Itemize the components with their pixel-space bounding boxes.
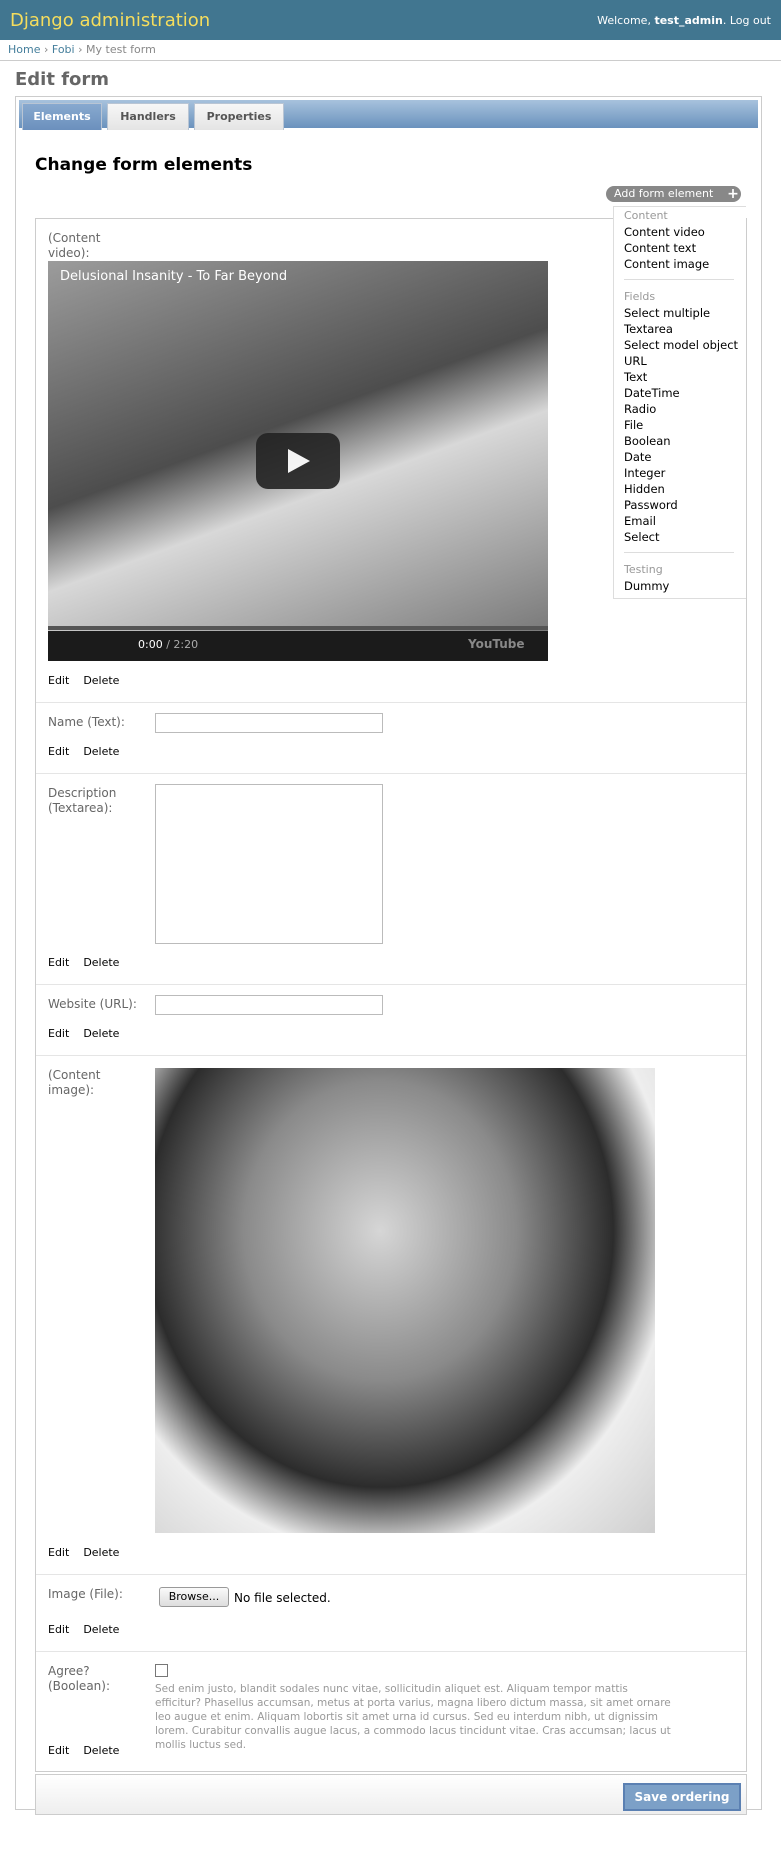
portrait-image — [155, 1068, 655, 1533]
add-element-menu: Content Content video Content text Conte… — [613, 206, 746, 599]
list-item: (Content image): Edit Delete — [36, 1056, 746, 1575]
edit-link[interactable]: Edit — [48, 1027, 69, 1040]
header: Django administration Welcome, test_admi… — [0, 0, 781, 40]
browse-button[interactable]: Browse... — [159, 1587, 229, 1607]
user-tools: Welcome, test_admin. Log out — [597, 13, 771, 27]
element-actions: Edit Delete — [48, 674, 133, 687]
tab-properties[interactable]: Properties — [194, 103, 284, 130]
menu-item-content-video[interactable]: Content video — [624, 225, 705, 239]
add-form-element-button[interactable]: Add form element — [606, 186, 732, 202]
menu-group-content: Content — [624, 209, 668, 222]
element-label: (Content image): — [48, 1068, 101, 1097]
edit-link[interactable]: Edit — [48, 1744, 69, 1757]
menu-group-testing: Testing — [624, 563, 663, 576]
edit-link[interactable]: Edit — [48, 745, 69, 758]
delete-link[interactable]: Delete — [83, 956, 119, 969]
welcome-text: Welcome, — [597, 13, 655, 27]
breadcrumb-sep: › — [43, 43, 49, 56]
breadcrumb-current: My test form — [86, 43, 156, 56]
list-item: Image (File): Browse... No file selected… — [36, 1575, 746, 1652]
tab-bar: Elements Handlers Properties — [19, 100, 758, 130]
website-input[interactable] — [155, 995, 383, 1015]
menu-item-password[interactable]: Password — [624, 498, 678, 512]
edit-link[interactable]: Edit — [48, 1623, 69, 1636]
breadcrumb-sep: › — [78, 43, 83, 56]
plus-icon[interactable]: + — [725, 186, 741, 202]
menu-divider — [624, 552, 734, 553]
menu-item-content-text[interactable]: Content text — [624, 241, 696, 255]
menu-group-fields: Fields — [624, 290, 656, 303]
section-title: Change form elements — [35, 155, 253, 175]
list-item: Agree? (Boolean): Sed enim justo, blandi… — [36, 1652, 746, 1770]
menu-item-boolean[interactable]: Boolean — [624, 434, 671, 448]
menu-item-radio[interactable]: Radio — [624, 402, 656, 416]
menu-item-url[interactable]: URL — [624, 354, 647, 368]
element-label: Description (Textarea): — [48, 786, 117, 815]
menu-divider — [624, 279, 734, 280]
menu-item-file[interactable]: File — [624, 418, 643, 432]
element-actions: Edit Delete — [48, 956, 133, 969]
menu-item-datetime[interactable]: DateTime — [624, 386, 680, 400]
menu-item-hidden[interactable]: Hidden — [624, 482, 665, 496]
menu-item-select-multiple[interactable]: Select multiple — [624, 306, 710, 320]
delete-link[interactable]: Delete — [83, 1623, 119, 1636]
menu-item-email[interactable]: Email — [624, 514, 656, 528]
file-status: No file selected. — [234, 1591, 331, 1605]
element-actions: Edit Delete — [48, 745, 133, 758]
breadcrumb-home[interactable]: Home — [8, 43, 40, 56]
youtube-logo[interactable]: YouTube — [468, 637, 525, 651]
element-actions: Edit Delete — [48, 1744, 133, 1757]
menu-item-date[interactable]: Date — [624, 450, 652, 464]
element-label: Image (File): — [48, 1587, 123, 1601]
edit-link[interactable]: Edit — [48, 674, 69, 687]
video-player[interactable]: Delusional Insanity - To Far Beyond 0:00… — [48, 261, 548, 661]
element-label: Name (Text): — [48, 715, 125, 729]
delete-link[interactable]: Delete — [83, 1744, 119, 1757]
menu-item-select[interactable]: Select — [624, 530, 659, 544]
element-label: Agree? (Boolean): — [48, 1664, 110, 1693]
menu-item-dummy[interactable]: Dummy — [624, 579, 669, 593]
page-title: Edit form — [15, 69, 110, 90]
help-text: Sed enim justo, blandit sodales nunc vit… — [155, 1683, 671, 1751]
video-duration: / 2:20 — [162, 638, 199, 651]
agree-checkbox[interactable] — [155, 1664, 168, 1677]
menu-item-content-image[interactable]: Content image — [624, 257, 709, 271]
delete-link[interactable]: Delete — [83, 1546, 119, 1559]
username: test_admin — [654, 13, 723, 27]
element-actions: Edit Delete — [48, 1623, 133, 1636]
video-time: 0:00 / 2:20 — [138, 638, 198, 651]
menu-item-select-model-object[interactable]: Select model object — [624, 338, 738, 352]
delete-link[interactable]: Delete — [83, 1027, 119, 1040]
breadcrumb: Home › Fobi › My test form — [0, 40, 781, 61]
logout-link[interactable]: Log out — [730, 14, 771, 27]
delete-link[interactable]: Delete — [83, 674, 119, 687]
video-progress[interactable] — [48, 626, 548, 630]
element-label: Website (URL): — [48, 997, 137, 1011]
element-actions: Edit Delete — [48, 1027, 133, 1040]
edit-link[interactable]: Edit — [48, 956, 69, 969]
menu-item-integer[interactable]: Integer — [624, 466, 665, 480]
delete-link[interactable]: Delete — [83, 745, 119, 758]
list-item: Name (Text): Edit Delete — [36, 703, 746, 774]
save-ordering-button[interactable]: Save ordering — [623, 1783, 741, 1811]
video-title: Delusional Insanity - To Far Beyond — [60, 269, 288, 284]
description-textarea[interactable] — [155, 784, 383, 944]
video-current-time: 0:00 — [138, 638, 163, 651]
element-label: (Content video): — [48, 231, 101, 260]
tab-elements[interactable]: Elements — [22, 103, 102, 130]
list-item: Website (URL): Edit Delete — [36, 985, 746, 1056]
play-icon[interactable] — [256, 433, 340, 489]
menu-item-text[interactable]: Text — [624, 370, 647, 384]
menu-item-textarea[interactable]: Textarea — [624, 322, 673, 336]
site-title[interactable]: Django administration — [10, 10, 210, 31]
element-actions: Edit Delete — [48, 1546, 133, 1559]
name-input[interactable] — [155, 713, 383, 733]
edit-link[interactable]: Edit — [48, 1546, 69, 1559]
submit-row: Save ordering — [35, 1774, 747, 1815]
tab-handlers[interactable]: Handlers — [107, 103, 189, 130]
list-item: Description (Textarea): Edit Delete — [36, 774, 746, 985]
breadcrumb-fobi[interactable]: Fobi — [52, 43, 75, 56]
